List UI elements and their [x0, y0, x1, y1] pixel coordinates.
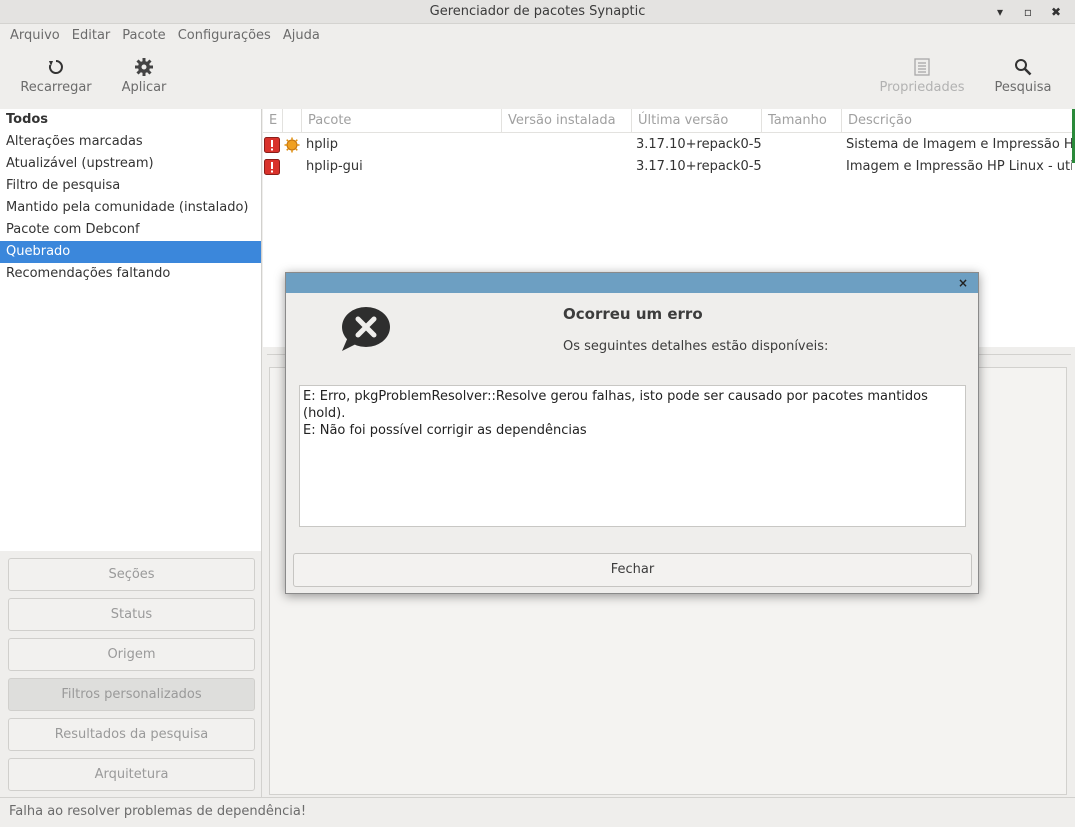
apply-button[interactable]: Aplicar — [116, 54, 172, 95]
close-window-button[interactable]: ✖ — [1045, 5, 1067, 19]
title-bar[interactable]: Gerenciador de pacotes Synaptic ▾ ▫ ✖ — [0, 0, 1075, 24]
left-panel: Todos Alterações marcadas Atualizável (u… — [0, 109, 262, 797]
error-line: E: Não foi possível corrigir as dependên… — [303, 423, 587, 438]
toolbar: Recarregar Aplicar Propriedades Pesquisa — [0, 46, 1075, 108]
error-line: E: Erro, pkgProblemResolver::Resolve ger… — [303, 389, 928, 421]
error-details-text[interactable]: E: Erro, pkgProblemResolver::Resolve ger… — [299, 385, 966, 527]
latest-version: 3.17.10+repack0-5 — [636, 137, 762, 152]
properties-icon — [914, 58, 930, 76]
package-size — [768, 156, 842, 178]
properties-button[interactable]: Propriedades — [876, 54, 968, 95]
package-description: Imagem e Impressão HP Linux - utilitário — [846, 159, 1072, 174]
table-header: E Pacote Versão instalada Última versão … — [263, 109, 1075, 133]
col-status[interactable]: E — [263, 109, 283, 133]
dialog-heading: Ocorreu um erro — [563, 305, 703, 323]
search-button[interactable]: Pesquisa — [992, 54, 1054, 95]
error-dialog: × Ocorreu um erro Os seguintes detalhes … — [285, 272, 979, 594]
filter-todos[interactable]: Todos — [0, 109, 261, 131]
filter-pacote-debconf[interactable]: Pacote com Debconf — [0, 219, 261, 241]
installed-version — [508, 134, 632, 156]
menu-configuracoes[interactable]: Configurações — [172, 28, 277, 43]
menu-arquivo[interactable]: Arquivo — [4, 28, 66, 43]
dialog-subheading: Os seguintes detalhes estão disponíveis: — [563, 339, 829, 354]
dialog-title-bar[interactable]: × — [286, 273, 978, 293]
minimize-button[interactable]: ▾ — [989, 5, 1011, 19]
col-description[interactable]: Descrição — [842, 109, 1075, 133]
filter-mantido-comunidade[interactable]: Mantido pela comunidade (instalado) — [0, 197, 261, 219]
menu-pacote[interactable]: Pacote — [116, 28, 171, 43]
status-bar: Falha ao resolver problemas de dependênc… — [0, 797, 1075, 827]
search-label: Pesquisa — [994, 80, 1052, 95]
reload-label: Recarregar — [20, 80, 92, 95]
col-latest-version[interactable]: Última versão — [632, 109, 762, 133]
origin-button[interactable]: Origem — [8, 638, 255, 671]
package-name: hplip — [306, 137, 338, 152]
package-size — [768, 134, 842, 156]
col-installed-version[interactable]: Versão instalada — [502, 109, 632, 133]
filter-quebrado[interactable]: Quebrado — [0, 241, 261, 263]
custom-filters-button[interactable]: Filtros personalizados — [8, 678, 255, 711]
broken-icon — [264, 156, 282, 178]
filter-filtro-de-pesquisa[interactable]: Filtro de pesquisa — [0, 175, 261, 197]
properties-label: Propriedades — [879, 80, 965, 95]
col-size[interactable]: Tamanho — [762, 109, 842, 133]
col-package[interactable]: Pacote — [302, 109, 502, 133]
architecture-button[interactable]: Arquitetura — [8, 758, 255, 791]
search-results-button[interactable]: Resultados da pesquisa — [8, 718, 255, 751]
window-title: Gerenciador de pacotes Synaptic — [429, 4, 646, 19]
dialog-close-button[interactable]: × — [956, 275, 970, 291]
status-button[interactable]: Status — [8, 598, 255, 631]
menu-editar[interactable]: Editar — [66, 28, 117, 43]
latest-version: 3.17.10+repack0-5 — [636, 159, 762, 174]
reload-icon — [48, 60, 63, 74]
filter-list: Todos Alterações marcadas Atualizável (u… — [0, 109, 261, 551]
supported-icon — [284, 134, 302, 156]
package-name: hplip-gui — [306, 159, 363, 174]
menu-ajuda[interactable]: Ajuda — [277, 28, 326, 43]
filter-atualizavel[interactable]: Atualizável (upstream) — [0, 153, 261, 175]
table-row[interactable]: hplip-gui 3.17.10+repack0-5 Imagem e Imp… — [263, 156, 1075, 178]
sections-button[interactable]: Seções — [8, 558, 255, 591]
filter-recomendacoes-faltando[interactable]: Recomendações faltando — [0, 263, 261, 285]
window-controls: ▾ ▫ ✖ — [989, 0, 1067, 24]
gear-icon — [135, 58, 153, 76]
search-icon — [1015, 59, 1032, 76]
filter-alteracoes-marcadas[interactable]: Alterações marcadas — [0, 131, 261, 153]
close-button[interactable]: Fechar — [293, 553, 972, 587]
synaptic-window: Gerenciador de pacotes Synaptic ▾ ▫ ✖ Ar… — [0, 0, 1075, 827]
package-description: Sistema de Imagem e Impressão HP Linux — [846, 137, 1072, 152]
maximize-button[interactable]: ▫ — [1017, 5, 1039, 19]
installed-version — [508, 156, 632, 178]
error-icon — [338, 305, 390, 355]
broken-icon — [264, 134, 282, 156]
apply-label: Aplicar — [121, 80, 167, 95]
reload-button[interactable]: Recarregar — [18, 54, 94, 95]
menu-bar: Arquivo Editar Pacote Configurações Ajud… — [0, 24, 1075, 46]
table-row[interactable]: hplip 3.17.10+repack0-5 Sistema de Image… — [263, 134, 1075, 156]
col-support[interactable] — [283, 109, 302, 133]
